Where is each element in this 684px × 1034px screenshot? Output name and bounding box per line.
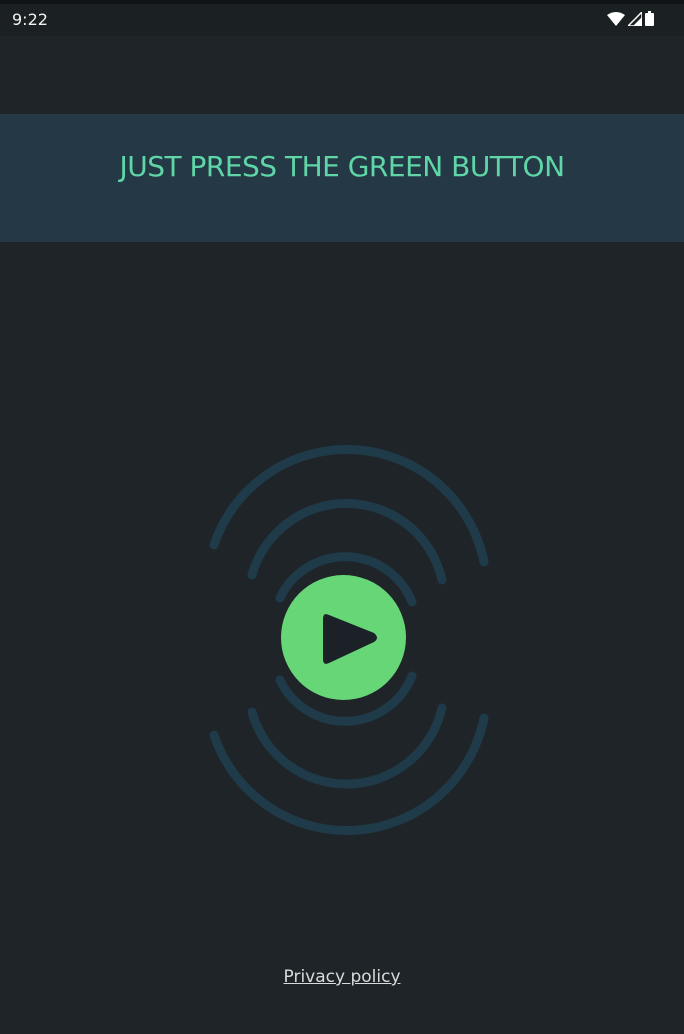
header-band: JUST PRESS THE GREEN BUTTON [0,114,684,242]
status-icons [607,11,654,26]
privacy-policy-link[interactable]: Privacy policy [0,967,684,987]
signal-icon [628,11,642,26]
battery-icon [645,11,654,26]
wifi-icon [607,11,625,26]
page-title: JUST PRESS THE GREEN BUTTON [119,150,565,183]
play-button[interactable] [281,575,406,700]
status-time: 9:22 [12,10,48,29]
play-icon [323,614,377,664]
status-bar: 9:22 [0,0,684,36]
app-screen: 9:22 JUST PRESS THE GREEN BUTTON Privacy… [0,0,684,1034]
